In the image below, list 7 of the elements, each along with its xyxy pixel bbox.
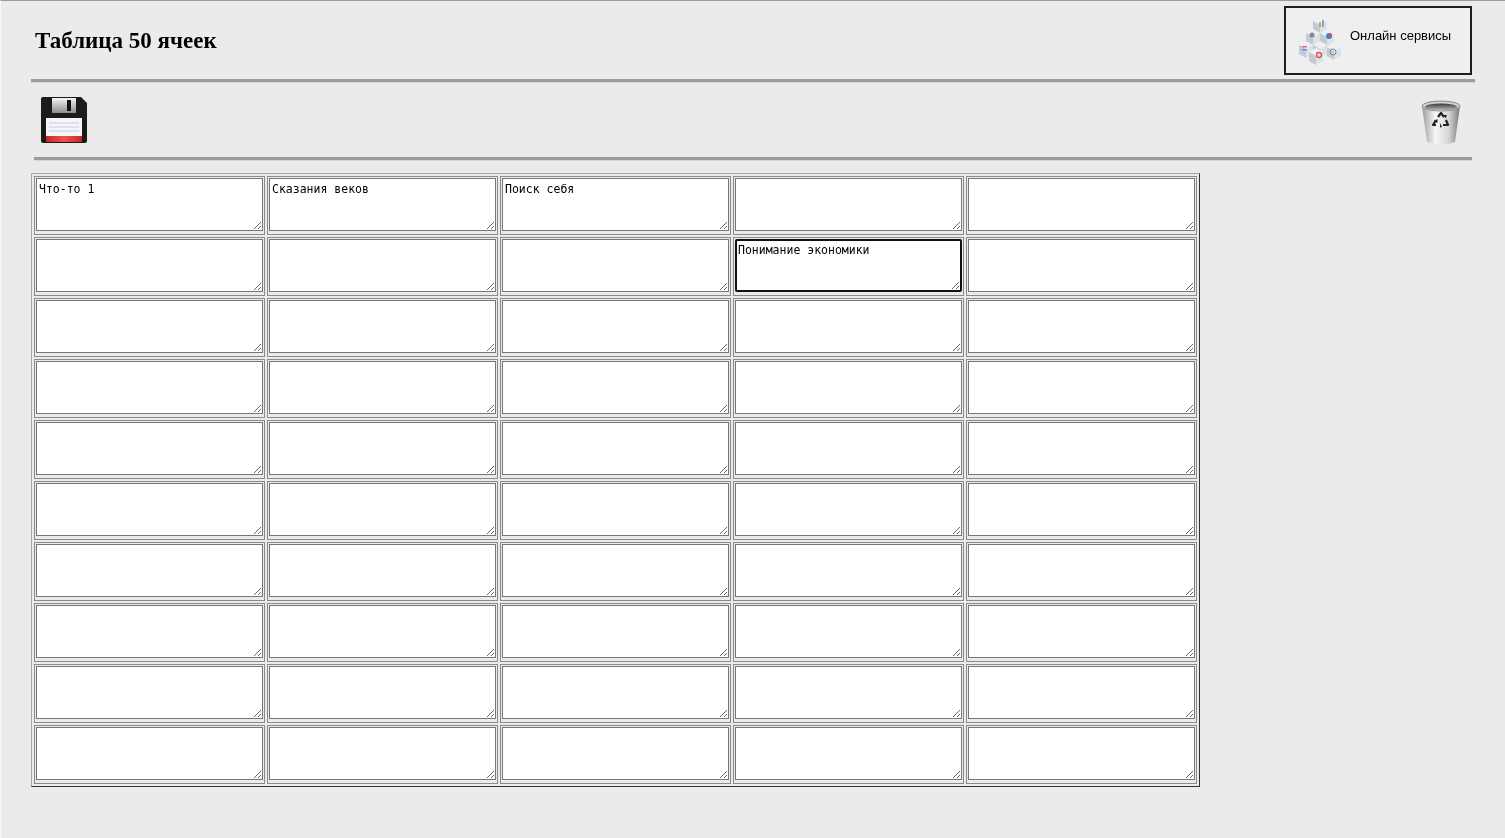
online-services-button[interactable]: Онлайн сервисы (1284, 6, 1472, 75)
text-area[interactable]: Понимание экономики (735, 239, 962, 292)
page-title: Таблица 50 ячеек (35, 27, 217, 54)
text-area[interactable]: Что-то 1 (36, 178, 263, 231)
text-area[interactable]: Сказания веков (269, 178, 496, 231)
recycle-bin-icon[interactable] (1421, 100, 1461, 146)
text-area[interactable]: Поиск себя (502, 178, 729, 231)
